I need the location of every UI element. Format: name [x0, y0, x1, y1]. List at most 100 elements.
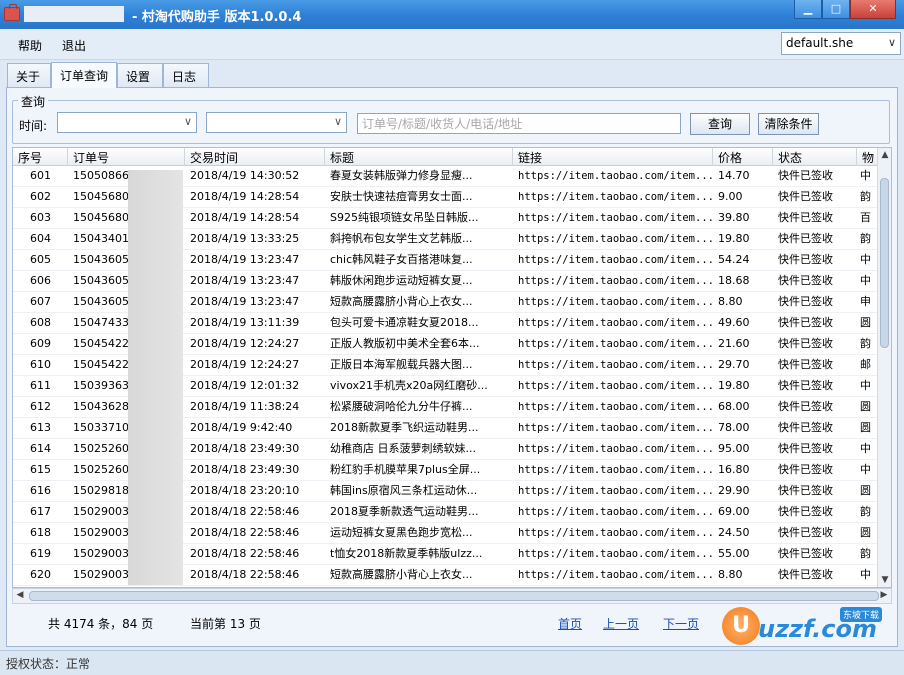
cell-link: https://item.taobao.com/item... — [518, 422, 713, 434]
cell-seq: 614 — [30, 442, 51, 455]
col-trade-time[interactable]: 交易时间 — [185, 148, 325, 166]
col-status[interactable]: 状态 — [773, 148, 857, 166]
cell-status: 快件已签收 — [778, 442, 833, 455]
cell-title: 粉红豹手机膜苹果7plus全屏... — [330, 463, 481, 476]
cell-link: https://item.taobao.com/item... — [518, 527, 713, 539]
cell-title: 幼稚商店 日系菠萝刺绣软妹... — [330, 442, 476, 455]
cell-logistics: 中 — [860, 274, 871, 287]
col-seq[interactable]: 序号 — [13, 148, 68, 166]
cell-trade-time: 2018/4/18 23:20:10 — [190, 484, 300, 497]
cell-seq: 616 — [30, 484, 51, 497]
cell-logistics: 中 — [860, 379, 871, 392]
menu-exit[interactable]: 退出 — [62, 37, 86, 54]
search-button[interactable]: 查询 — [690, 113, 750, 135]
cell-logistics: 中 — [860, 169, 871, 182]
cell-status: 快件已签收 — [778, 463, 833, 476]
cell-price: 16.80 — [718, 463, 750, 476]
end-time-select[interactable]: ∨ — [206, 112, 347, 133]
col-order-no[interactable]: 订单号 — [68, 148, 185, 166]
cell-logistics: 百 — [860, 211, 871, 224]
tab-settings[interactable]: 设置 — [117, 63, 163, 87]
cell-status: 快件已签收 — [778, 568, 833, 581]
cell-title: 韩版休闲跑步运动短裤女夏... — [330, 274, 473, 287]
cell-status: 快件已签收 — [778, 295, 833, 308]
tab-about[interactable]: 关于 — [7, 63, 51, 87]
search-input[interactable] — [357, 113, 681, 134]
cell-link: https://item.taobao.com/item... — [518, 254, 713, 266]
cell-title: 正版日本海军舰载兵器大图... — [330, 358, 473, 371]
close-icon[interactable]: ✕ — [850, 0, 896, 19]
cell-price: 68.00 — [718, 400, 750, 413]
cell-title: t恤女2018新款夏季韩版ulzz... — [330, 547, 483, 560]
scroll-down-icon[interactable]: ▼ — [879, 575, 891, 585]
cell-logistics: 中 — [860, 442, 871, 455]
start-time-select[interactable]: ∨ — [57, 112, 197, 133]
cell-link: https://item.taobao.com/item... — [518, 170, 713, 182]
vertical-scrollbar[interactable]: ▲ ▼ — [877, 148, 891, 587]
cell-link: https://item.taobao.com/item... — [518, 380, 713, 392]
window-controls: ▁ □ ✕ — [794, 0, 896, 20]
cell-seq: 615 — [30, 463, 51, 476]
vertical-scroll-thumb[interactable] — [880, 178, 889, 348]
minimize-icon[interactable]: ▁ — [794, 0, 822, 19]
watermark-tag: 东坡下载 — [840, 607, 883, 622]
order-no-redaction — [128, 170, 183, 585]
horizontal-scrollbar[interactable]: ◀ ▶ — [12, 588, 892, 604]
col-title[interactable]: 标题 — [325, 148, 513, 166]
cell-status: 快件已签收 — [778, 547, 833, 560]
cell-trade-time: 2018/4/19 13:23:47 — [190, 274, 300, 287]
cell-title: 斜挎帆布包女学生文艺韩版... — [330, 232, 473, 245]
cell-title: chic韩风鞋子女百搭港味复... — [330, 253, 473, 266]
cell-price: 39.80 — [718, 211, 750, 224]
cell-seq: 611 — [30, 379, 51, 392]
cell-link: https://item.taobao.com/item... — [518, 275, 713, 287]
cell-trade-time: 2018/4/18 23:49:30 — [190, 463, 300, 476]
first-page-link[interactable]: 首页 — [558, 615, 582, 632]
orders-table: 序号 订单号 交易时间 标题 链接 价格 状态 物 601 150508660 20… — [12, 147, 892, 588]
scroll-right-icon[interactable]: ▶ — [878, 590, 890, 600]
cell-trade-time: 2018/4/19 12:24:27 — [190, 358, 300, 371]
cell-link: https://item.taobao.com/item... — [518, 443, 713, 455]
cell-status: 快件已签收 — [778, 526, 833, 539]
cell-status: 快件已签收 — [778, 337, 833, 350]
scroll-left-icon[interactable]: ◀ — [14, 590, 26, 600]
cell-link: https://item.taobao.com/item... — [518, 233, 713, 245]
chevron-down-icon: ∨ — [183, 115, 192, 128]
cell-link: https://item.taobao.com/item... — [518, 506, 713, 518]
cell-trade-time: 2018/4/19 9:42:40 — [190, 421, 293, 434]
col-logistics[interactable]: 物 — [857, 148, 879, 166]
col-link[interactable]: 链接 — [513, 148, 713, 166]
cell-status: 快件已签收 — [778, 400, 833, 413]
tab-log[interactable]: 日志 — [163, 63, 209, 87]
tab-order-query[interactable]: 订单查询 — [51, 62, 117, 88]
cell-status: 快件已签收 — [778, 232, 833, 245]
current-page: 当前第 13 页 — [190, 617, 261, 631]
cell-seq: 618 — [30, 526, 51, 539]
cell-price: 9.00 — [718, 190, 743, 203]
col-price[interactable]: 价格 — [713, 148, 773, 166]
cell-price: 49.60 — [718, 316, 750, 329]
cell-trade-time: 2018/4/19 12:24:27 — [190, 337, 300, 350]
maximize-icon[interactable]: □ — [822, 0, 850, 19]
status-bar: 授权状态：正常 — [0, 650, 904, 675]
time-label: 时间: — [19, 119, 48, 133]
profile-select[interactable]: default.she ∨ — [781, 32, 901, 55]
briefcase-icon — [4, 4, 20, 21]
cell-logistics: 圆 — [860, 316, 871, 329]
cell-price: 29.70 — [718, 358, 750, 371]
next-page-link[interactable]: 下一页 — [663, 615, 699, 632]
cell-logistics: 中 — [860, 253, 871, 266]
scroll-up-icon[interactable]: ▲ — [879, 150, 891, 160]
cell-status: 快件已签收 — [778, 190, 833, 203]
license-status: 授权状态：正常 — [6, 657, 91, 671]
query-group-label: 查询 — [18, 93, 49, 110]
cell-trade-time: 2018/4/18 23:49:30 — [190, 442, 300, 455]
cell-seq: 603 — [30, 211, 51, 224]
cell-trade-time: 2018/4/19 14:28:54 — [190, 190, 300, 203]
menu-help[interactable]: 帮助 — [18, 37, 42, 54]
cell-status: 快件已签收 — [778, 421, 833, 434]
prev-page-link[interactable]: 上一页 — [603, 615, 639, 632]
clear-button[interactable]: 清除条件 — [758, 113, 819, 135]
cell-price: 8.80 — [718, 295, 743, 308]
horizontal-scroll-thumb[interactable] — [29, 591, 879, 601]
